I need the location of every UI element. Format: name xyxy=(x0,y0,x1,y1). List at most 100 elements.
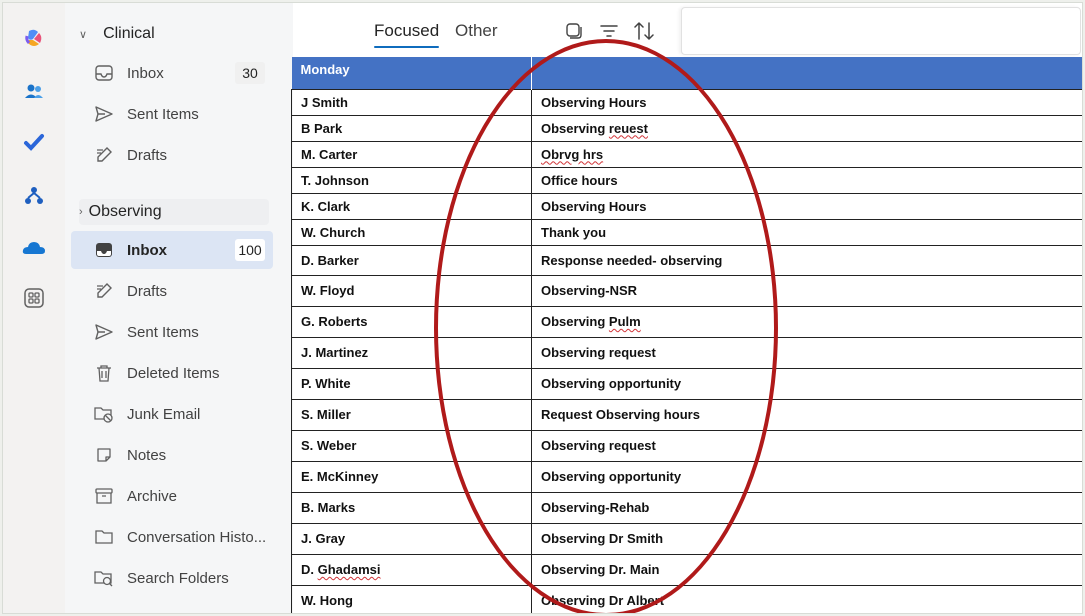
folder-label: Sent Items xyxy=(127,323,199,341)
row-subject-cell: Observing Dr. Main xyxy=(531,553,1082,586)
row-subject-cell: Observing Dr Smith xyxy=(531,522,1082,555)
reading-pane-edge xyxy=(681,7,1081,55)
trash-icon xyxy=(93,363,115,383)
folder-label: Conversation Histo... xyxy=(127,528,267,546)
tab-other[interactable]: Other xyxy=(455,21,498,41)
row-name-cell: P. White xyxy=(291,367,532,400)
teams-org-icon[interactable] xyxy=(19,181,49,211)
row-name-cell: B Park xyxy=(291,114,532,142)
folder-label: Notes xyxy=(127,446,167,464)
unread-count: 100 xyxy=(235,239,265,261)
row-subject-cell: Observing Hours xyxy=(531,192,1082,220)
table-header-day: Monday xyxy=(291,57,532,89)
table-row: M. Carter Obrvg hrs xyxy=(291,140,1082,168)
schedule-table-container: Monday J Smith Observing Hours B Park Obser… xyxy=(291,57,1082,613)
folder-label: Drafts xyxy=(127,146,168,164)
schedule-table: Monday J Smith Observing Hours B Park Obser… xyxy=(291,57,1082,613)
row-subject-cell: Request Observing hours xyxy=(531,398,1082,431)
message-list-header: Focused Other xyxy=(293,3,1082,57)
row-subject-cell: Observing reuest xyxy=(531,114,1082,142)
folder-observing-sent-items[interactable]: Sent Items xyxy=(71,313,273,351)
table-row: W. Church Thank you xyxy=(291,218,1082,246)
folder-label: Archive xyxy=(127,487,178,505)
spelling-underline: Ghadamsi xyxy=(317,562,381,577)
drafts-icon xyxy=(93,145,115,165)
row-name-cell: J. Martinez xyxy=(291,336,532,369)
table-row: G. Roberts Observing Pulm xyxy=(291,305,1082,338)
row-name-cell: D. Ghadamsi xyxy=(291,553,532,586)
table-row: J. Martinez Observing request xyxy=(291,336,1082,369)
row-subject-cell: Observing request xyxy=(531,429,1082,462)
folder-observing-inbox[interactable]: Inbox 100 xyxy=(71,231,273,269)
unread-count: 30 xyxy=(235,62,265,84)
table-header-subject xyxy=(531,57,1082,89)
table-row: P. White Observing opportunity xyxy=(291,367,1082,400)
row-name-cell: K. Clark xyxy=(291,192,532,220)
row-name-cell: G. Roberts xyxy=(291,305,532,338)
row-name-cell: W. Floyd xyxy=(291,274,532,307)
folder-clinical-drafts[interactable]: Drafts xyxy=(71,136,273,174)
row-subject-cell: Observing-Rehab xyxy=(531,491,1082,524)
row-subject-cell: Observing Pulm xyxy=(531,305,1082,338)
send-icon xyxy=(93,322,115,342)
folder-observing-notes[interactable]: Notes xyxy=(71,436,273,474)
table-row: B Park Observing reuest xyxy=(291,114,1082,142)
table-row: J Smith Observing Hours xyxy=(291,88,1082,116)
onedrive-icon[interactable] xyxy=(19,233,49,263)
row-name-cell: B. Marks xyxy=(291,491,532,524)
folder-observing-search-folders[interactable]: Search Folders xyxy=(71,559,273,597)
notes-icon xyxy=(93,445,115,465)
apps-icon[interactable] xyxy=(19,283,49,313)
table-row: D. Barker Response needed- observing xyxy=(291,244,1082,276)
folder-label: Junk Email xyxy=(127,405,201,423)
archive-icon xyxy=(93,486,115,506)
table-row: W. Hong Observing Dr Albert xyxy=(291,584,1082,613)
row-name-cell: W. Hong xyxy=(291,584,532,613)
spelling-underline: Obrvg hrs xyxy=(541,146,604,162)
folder-pane: ∨ Clinical Inbox 30 Sent Items Drafts › … xyxy=(65,3,293,613)
row-subject-cell: Observing-NSR xyxy=(531,274,1082,307)
select-mode-icon[interactable] xyxy=(563,20,585,42)
row-name-cell: M. Carter xyxy=(291,140,532,168)
folder-label: Drafts xyxy=(127,282,168,300)
folder-observing-archive[interactable]: Archive xyxy=(71,477,273,515)
table-row: K. Clark Observing Hours xyxy=(291,192,1082,220)
row-subject-cell: Observing Hours xyxy=(531,88,1082,116)
chevron-down-icon: ∨ xyxy=(79,28,88,41)
copilot-icon[interactable] xyxy=(19,23,49,53)
row-name-cell: D. Barker xyxy=(291,244,532,276)
table-row: T. Johnson Office hours xyxy=(291,166,1082,194)
folder-observing-deleted-items[interactable]: Deleted Items xyxy=(71,354,273,392)
table-row: S. Miller Request Observing hours xyxy=(291,398,1082,431)
folder-label: Inbox xyxy=(127,241,167,259)
folder-observing-conversation-history[interactable]: Conversation Histo... xyxy=(71,518,273,556)
folder-icon xyxy=(93,527,115,547)
drafts-icon xyxy=(93,281,115,301)
row-name-cell: J. Gray xyxy=(291,522,532,555)
inbox-icon xyxy=(93,63,115,83)
row-name-cell: J Smith xyxy=(291,88,532,116)
table-header-row: Monday xyxy=(291,57,1082,89)
sort-icon[interactable] xyxy=(633,20,655,42)
row-name-cell: E. McKinney xyxy=(291,460,532,493)
row-subject-cell: Observing opportunity xyxy=(531,367,1082,400)
folder-clinical-inbox[interactable]: Inbox 30 xyxy=(71,54,273,92)
folder-clinical-sent-items[interactable]: Sent Items xyxy=(71,95,273,133)
row-subject-cell: Thank you xyxy=(531,218,1082,246)
folder-group-observing[interactable]: › Observing xyxy=(79,199,269,225)
row-subject-cell: Office hours xyxy=(531,166,1082,194)
row-subject-cell: Observing request xyxy=(531,336,1082,369)
folder-observing-drafts[interactable]: Drafts xyxy=(71,272,273,310)
people-icon[interactable] xyxy=(19,77,49,107)
row-name-cell: T. Johnson xyxy=(291,166,532,194)
row-subject-cell: Obrvg hrs xyxy=(531,140,1082,168)
filter-icon[interactable] xyxy=(598,20,620,42)
todo-icon[interactable] xyxy=(19,127,49,157)
table-row: S. Weber Observing request xyxy=(291,429,1082,462)
folder-label: Deleted Items xyxy=(127,364,220,382)
folder-observing-junk-email[interactable]: Junk Email xyxy=(71,395,273,433)
folder-group-clinical[interactable]: ∨ Clinical xyxy=(79,25,155,43)
tab-focused[interactable]: Focused xyxy=(374,21,440,48)
folder-label: Search Folders xyxy=(127,569,229,587)
chevron-right-icon: › xyxy=(79,206,83,218)
